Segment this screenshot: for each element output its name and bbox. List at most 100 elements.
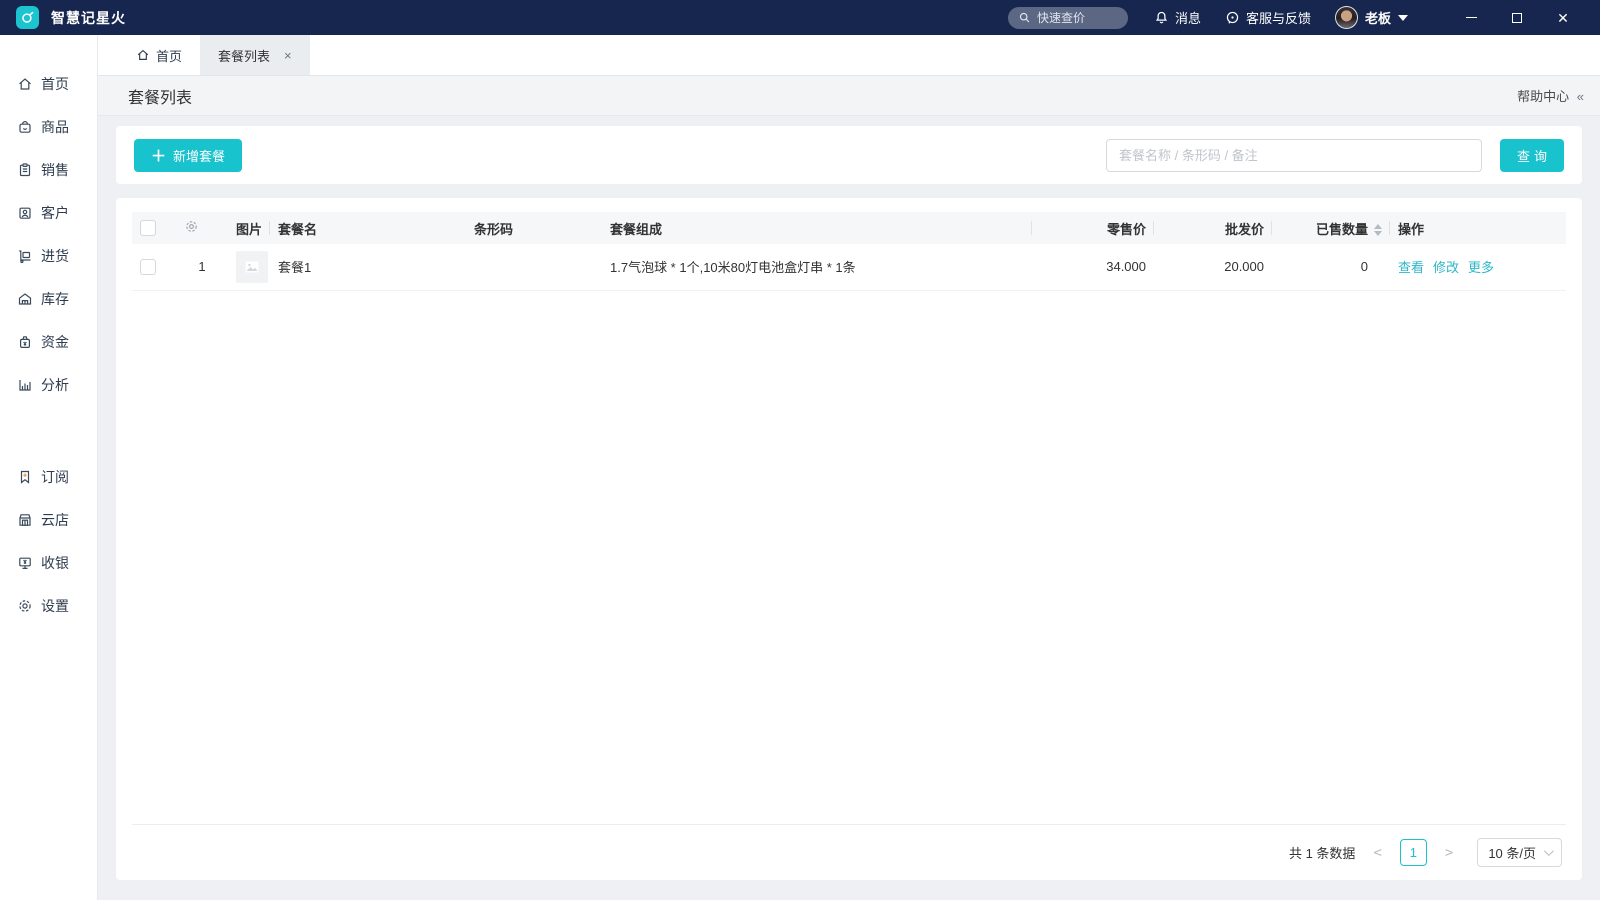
user-menu[interactable]: 老板 (1334, 6, 1408, 29)
home-icon (137, 49, 149, 60)
settings-icon (19, 599, 31, 612)
col-composition: 套餐组成 (602, 212, 1032, 244)
cell-operations: 查看 修改 更多 (1390, 244, 1566, 291)
home-icon (19, 77, 31, 90)
app-logo-icon (16, 6, 39, 29)
cell-retail-price: 34.000 (1032, 244, 1154, 291)
maximize-icon (1512, 12, 1522, 23)
col-barcode: 条形码 (466, 212, 602, 244)
col-image: 图片 (228, 212, 270, 244)
package-table: 图片 套餐名 条形码 套餐组成 零售价 批发价 已售数量 操作 1 套餐1 1.… (132, 212, 1566, 291)
table-row: 1 套餐1 1.7气泡球 * 1个,10米80灯电池盒灯串 * 1条 34.00… (132, 244, 1566, 291)
pagination-total: 共 1 条数据 (1288, 846, 1356, 861)
col-retail-price: 零售价 (1032, 212, 1154, 244)
tab-close-icon[interactable]: × (284, 48, 292, 63)
cell-wholesale-price: 20.000 (1154, 244, 1272, 291)
sidebar-item-sales[interactable]: 销售 (0, 148, 97, 191)
analytics-icon (19, 379, 31, 391)
avatar (1334, 6, 1358, 29)
bell-icon (1155, 11, 1167, 24)
page-header: 套餐列表 帮助中心 « (98, 76, 1600, 116)
next-page-button[interactable]: > (1441, 845, 1457, 861)
table-header-row: 图片 套餐名 条形码 套餐组成 零售价 批发价 已售数量 操作 (132, 212, 1566, 244)
close-icon: ✕ (1557, 9, 1569, 26)
headset-icon (1226, 11, 1239, 24)
more-link[interactable]: 更多 (1468, 260, 1494, 275)
col-wholesale-price: 批发价 (1154, 212, 1272, 244)
main-area: 首页 套餐列表 × 套餐列表 帮助中心 « ＋ 新增套餐 查询 (98, 35, 1600, 900)
query-button[interactable]: 查询 (1500, 138, 1564, 172)
purchase-icon (19, 249, 31, 263)
close-button[interactable]: ✕ (1540, 0, 1586, 35)
view-link[interactable]: 查看 (1398, 260, 1424, 275)
sidebar-item-analytics[interactable]: 分析 (0, 363, 97, 406)
table-empty-space (132, 291, 1566, 825)
sidebar-item-funds[interactable]: 资金 (0, 320, 97, 363)
window-controls: ✕ (1448, 0, 1586, 35)
caret-down-icon (1398, 14, 1408, 21)
tab-home[interactable]: 首页 (118, 35, 200, 75)
sidebar-item-inventory[interactable]: 库存 (0, 277, 97, 320)
package-search-input[interactable] (1106, 138, 1482, 172)
support-feedback-button[interactable]: 客服与反馈 (1225, 8, 1311, 27)
row-index: 1 (176, 244, 228, 291)
sidebar-item-cashier[interactable]: 收银 (0, 541, 97, 584)
sales-icon (19, 162, 31, 176)
sidebar-item-cloud-store[interactable]: 云店 (0, 498, 97, 541)
user-name: 老板 (1364, 11, 1391, 26)
image-placeholder-icon (245, 261, 259, 273)
plus-icon: ＋ (151, 147, 167, 165)
prev-page-button[interactable]: < (1369, 845, 1385, 861)
sidebar-item-settings[interactable]: 设置 (0, 584, 97, 627)
sidebar-item-home[interactable]: 首页 (0, 62, 97, 105)
sidebar: 首页 商品 销售 客户 进货 库存 资金 分析 订阅 云店 收银 设置 (0, 35, 98, 900)
select-all-checkbox[interactable] (140, 220, 156, 237)
cell-barcode (466, 244, 602, 291)
subscribe-icon (20, 470, 30, 484)
row-checkbox[interactable] (140, 259, 156, 276)
cell-package-name: 套餐1 (270, 244, 466, 291)
help-center-link[interactable]: 帮助中心 « (1517, 86, 1584, 105)
package-table-card: 图片 套餐名 条形码 套餐组成 零售价 批发价 已售数量 操作 1 套餐1 1.… (116, 198, 1582, 880)
support-label: 客服与反馈 (1245, 11, 1311, 26)
minimize-icon (1465, 17, 1477, 18)
col-operations: 操作 (1390, 212, 1566, 244)
tab-package-list[interactable]: 套餐列表 × (200, 35, 310, 75)
cashier-icon (19, 557, 31, 569)
app-title: 智慧记星火 (51, 9, 126, 26)
sidebar-group-divider (0, 406, 97, 455)
cell-sold-qty: 0 (1272, 244, 1390, 291)
page-number-1[interactable]: 1 (1399, 839, 1427, 866)
col-name: 套餐名 (270, 212, 466, 244)
titlebar: 智慧记星火 快速查价 消息 客服与反馈 老板 ✕ (0, 0, 1600, 35)
maximize-button[interactable] (1494, 0, 1540, 35)
quick-price-search[interactable]: 快速查价 (1007, 6, 1128, 29)
messages-label: 消息 (1174, 11, 1201, 26)
page-title: 套餐列表 (128, 89, 193, 107)
edit-link[interactable]: 修改 (1433, 260, 1459, 275)
search-icon (1019, 12, 1030, 23)
sidebar-item-goods[interactable]: 商品 (0, 105, 97, 148)
funds-icon (19, 335, 31, 348)
cell-composition: 1.7气泡球 * 1个,10米80灯电池盒灯串 * 1条 (602, 244, 1032, 291)
sort-icon[interactable] (1374, 224, 1382, 237)
column-settings-gear-icon (186, 221, 197, 232)
chevron-down-icon (1543, 846, 1554, 857)
col-sold-qty[interactable]: 已售数量 (1272, 212, 1390, 244)
collapse-icon: « (1576, 89, 1584, 104)
messages-button[interactable]: 消息 (1154, 8, 1201, 27)
package-image-thumbnail[interactable] (236, 250, 268, 283)
sidebar-item-customers[interactable]: 客户 (0, 191, 97, 234)
goods-icon (19, 120, 31, 133)
sidebar-item-subscribe[interactable]: 订阅 (0, 455, 97, 498)
minimize-button[interactable] (1448, 0, 1494, 35)
pagination: 共 1 条数据 < 1 > 10 条/页 (132, 824, 1566, 880)
add-package-button[interactable]: ＋ 新增套餐 (134, 138, 243, 172)
customer-icon (19, 207, 31, 219)
inventory-icon (18, 292, 32, 305)
toolbar: ＋ 新增套餐 查询 (116, 126, 1582, 184)
column-settings-button[interactable] (184, 219, 199, 234)
quick-search-placeholder: 快速查价 (1036, 11, 1085, 25)
sidebar-item-purchase[interactable]: 进货 (0, 234, 97, 277)
page-size-select[interactable]: 10 条/页 (1477, 838, 1562, 867)
